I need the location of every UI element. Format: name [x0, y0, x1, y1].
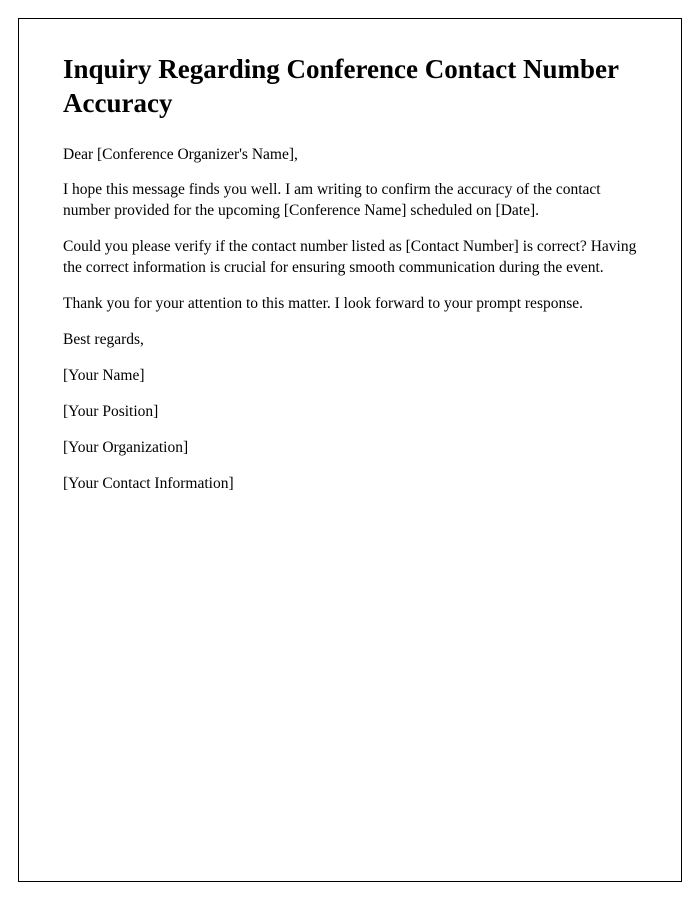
body-paragraph-1: I hope this message finds you well. I am… — [63, 180, 637, 222]
document-page: Inquiry Regarding Conference Contact Num… — [18, 18, 682, 882]
signature-name: [Your Name] — [63, 366, 637, 387]
body-paragraph-2: Could you please verify if the contact n… — [63, 237, 637, 279]
signature-organization: [Your Organization] — [63, 438, 637, 459]
closing-line: Best regards, — [63, 330, 637, 351]
signature-position: [Your Position] — [63, 402, 637, 423]
body-paragraph-3: Thank you for your attention to this mat… — [63, 294, 637, 315]
document-title: Inquiry Regarding Conference Contact Num… — [63, 53, 637, 121]
greeting-line: Dear [Conference Organizer's Name], — [63, 145, 637, 166]
signature-contact: [Your Contact Information] — [63, 474, 637, 495]
